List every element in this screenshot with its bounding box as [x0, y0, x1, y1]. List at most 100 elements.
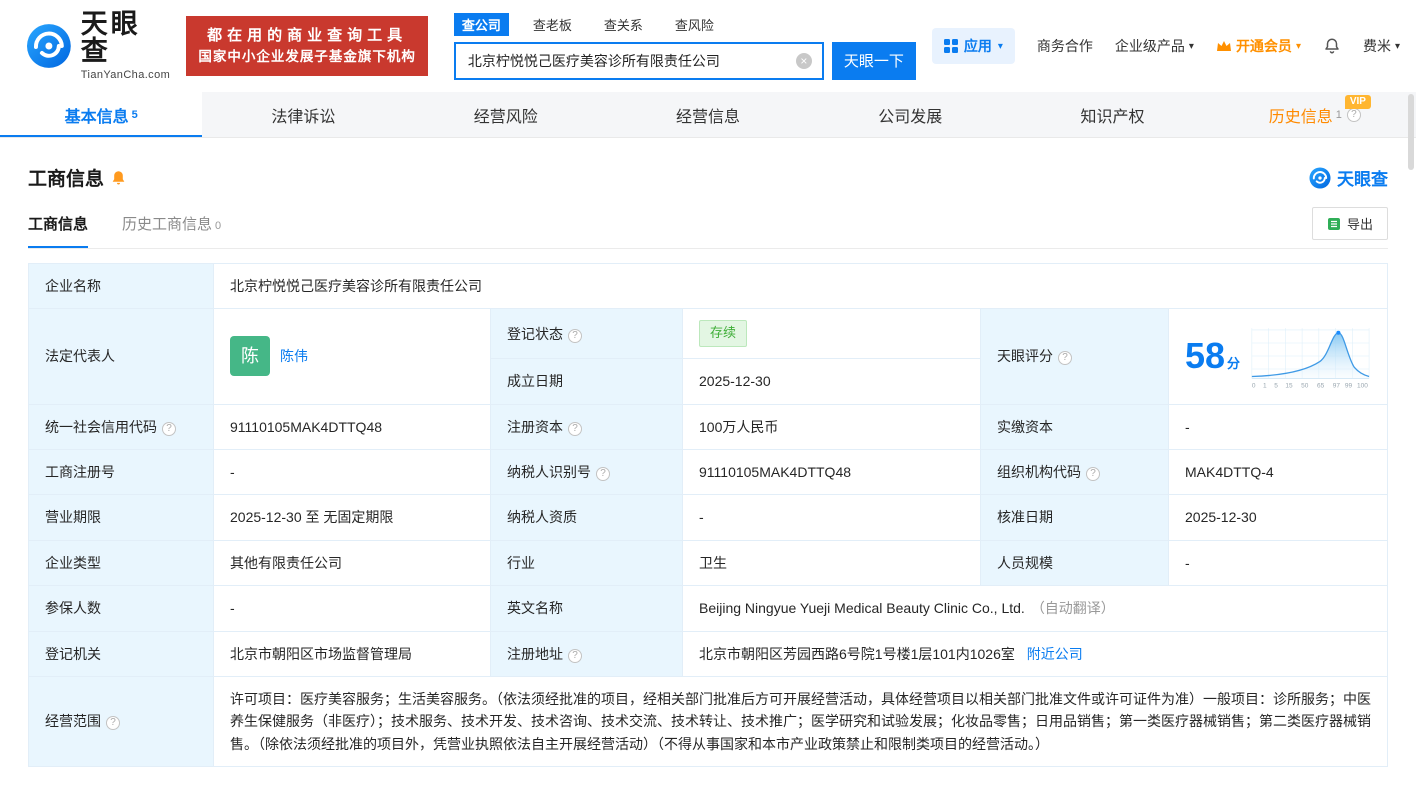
- tab-company-development[interactable]: 公司发展: [809, 92, 1011, 137]
- nav-open-vip[interactable]: 开通会员 ▾: [1216, 36, 1301, 56]
- score-curve-chart: 0 1 5 15 50 65 97 99 100: [1251, 328, 1370, 390]
- brand-domain: TianYanCha.com: [80, 69, 171, 81]
- reg-authority-value: 北京市朝阳区市场监督管理局: [213, 630, 491, 677]
- reg-capital-label: 注册资本?: [490, 403, 683, 450]
- alert-bell-icon[interactable]: [111, 170, 126, 186]
- nearby-companies-link[interactable]: 附近公司: [1027, 646, 1083, 662]
- tab-count: 5: [131, 108, 138, 121]
- auto-translate-note: （自动翻译）: [1030, 600, 1115, 617]
- svg-text:0: 0: [1252, 383, 1256, 390]
- crown-icon: [1216, 41, 1231, 51]
- taxpayer-quality-value: -: [682, 494, 981, 541]
- paid-capital-label: 实缴资本: [980, 403, 1169, 450]
- table-row: 企业名称 北京柠悦悦己医疗美容诊所有限责任公司: [28, 262, 1388, 310]
- help-icon[interactable]: ?: [1086, 466, 1100, 481]
- subtab-history-business-info[interactable]: 历史工商信息 0: [122, 213, 221, 248]
- search-input[interactable]: [465, 51, 796, 70]
- tab-intellectual-property[interactable]: 知识产权: [1011, 92, 1213, 137]
- help-icon[interactable]: ?: [162, 421, 176, 436]
- user-menu[interactable]: 费米 ▾: [1363, 36, 1400, 56]
- table-row: 法定代表人 陈 陈伟 登记状态? 存续 天眼评分? 58 分 0 1 5 15 …: [28, 308, 1388, 405]
- subtab-count: 0: [215, 220, 222, 232]
- credit-code-label: 统一社会信用代码?: [28, 403, 214, 450]
- main-content: 工商信息 天眼查 工商信息 历史工商信息 0 导出 企业名称 北京柠悦悦己医疗美…: [0, 164, 1416, 768]
- industry-label: 行业: [490, 539, 683, 587]
- business-scope-value: 许可项目：医疗美容服务；生活美容服务。（依法须经批准的项目，经相关部门批准后方可…: [213, 675, 1388, 768]
- search-tab-relation[interactable]: 查关系: [596, 13, 651, 36]
- english-name-label: 英文名称: [490, 585, 683, 632]
- table-row: 企业类型 其他有限责任公司 行业 卫生 人员规模 -: [28, 539, 1388, 587]
- business-scope-label: 经营范围?: [28, 675, 214, 768]
- insured-count-label: 参保人数: [28, 585, 214, 632]
- tab-legal-proceedings[interactable]: 法律诉讼: [202, 92, 404, 137]
- help-icon[interactable]: ?: [568, 648, 582, 663]
- table-row: 登记机关 北京市朝阳区市场监督管理局 注册地址? 北京市朝阳区芳园西路6号院1号…: [28, 630, 1388, 677]
- table-row: 工商注册号 - 纳税人识别号? 91110105MAK4DTTQ48 组织机构代…: [28, 448, 1388, 496]
- help-icon[interactable]: ?: [568, 328, 582, 343]
- reg-address-value: 北京市朝阳区芳园西路6号院1号楼1层101内1026室 附近公司: [682, 630, 1388, 677]
- company-name-value: 北京柠悦悦己医疗美容诊所有限责任公司: [213, 262, 1388, 310]
- subtab-business-info[interactable]: 工商信息: [28, 213, 89, 248]
- apps-label: 应用: [963, 38, 992, 54]
- score-value: 58 分 0 1 5 15 50 65 97 99 100: [1168, 308, 1388, 405]
- vip-badge: VIP: [1344, 95, 1371, 109]
- notification-bell-icon[interactable]: [1323, 37, 1341, 55]
- search-tab-boss[interactable]: 查老板: [525, 13, 580, 36]
- svg-text:1: 1: [1263, 383, 1267, 390]
- help-icon[interactable]: ?: [568, 421, 582, 436]
- business-term-value: 2025-12-30 至 无固定期限: [213, 494, 491, 541]
- brand-name: 天眼查: [80, 9, 141, 66]
- section-watermark-text: 天眼查: [1337, 170, 1388, 189]
- staff-size-label: 人员规模: [980, 539, 1169, 587]
- chevron-down-icon: ▾: [1394, 40, 1400, 52]
- help-icon[interactable]: ?: [106, 716, 120, 731]
- tab-history-info[interactable]: VIP 历史信息 1 ?: [1214, 92, 1416, 137]
- promo-banner: 都在用的商业查询工具 国家中小企业发展子基金旗下机构: [186, 15, 428, 77]
- tab-operating-risk[interactable]: 经营风险: [405, 92, 607, 137]
- company-type-label: 企业类型: [28, 539, 214, 587]
- tab-basic-info[interactable]: 基本信息 5: [0, 92, 203, 137]
- search-tab-company[interactable]: 查公司: [453, 12, 509, 36]
- approval-date-value: 2025-12-30: [1168, 494, 1388, 541]
- english-name-value: Beijing Ningyue Yueji Medical Beauty Cli…: [682, 585, 1388, 632]
- taxpayer-id-label: 纳税人识别号?: [490, 448, 683, 496]
- svg-text:100: 100: [1357, 383, 1368, 390]
- chevron-down-icon: ▾: [997, 40, 1003, 52]
- section-watermark-logo: 天眼查: [1309, 165, 1388, 190]
- legal-rep-label: 法定代表人: [28, 308, 214, 405]
- est-date-value: 2025-12-30: [682, 358, 981, 405]
- reg-authority-label: 登记机关: [28, 630, 214, 677]
- svg-text:5: 5: [1274, 383, 1278, 390]
- table-row: 统一社会信用代码? 91110105MAK4DTTQ48 注册资本? 100万人…: [28, 403, 1388, 450]
- credit-code-value: 91110105MAK4DTTQ48: [213, 403, 491, 450]
- reg-status-value: 存续: [682, 308, 981, 360]
- search-button[interactable]: 天眼一下: [831, 41, 916, 80]
- org-code-label: 组织机构代码?: [980, 448, 1169, 496]
- clear-search-icon[interactable]: ×: [795, 52, 812, 69]
- tab-operating-info[interactable]: 经营信息: [607, 92, 809, 137]
- reg-address-label: 注册地址?: [490, 630, 683, 677]
- chevron-down-icon: ▾: [1295, 40, 1301, 52]
- taxpayer-id-value: 91110105MAK4DTTQ48: [682, 448, 981, 496]
- reg-capital-value: 100万人民币: [682, 403, 981, 450]
- help-icon[interactable]: ?: [1058, 351, 1072, 366]
- subtab-bar: 工商信息 历史工商信息 0: [28, 213, 221, 248]
- scrollbar[interactable]: [1408, 94, 1414, 170]
- export-button[interactable]: 导出: [1311, 207, 1388, 240]
- tianyancha-logo-icon: [1309, 166, 1331, 189]
- tianyancha-logo[interactable]: 天眼查 TianYanCha.com: [26, 11, 170, 81]
- avatar[interactable]: 陈: [230, 336, 270, 377]
- help-icon[interactable]: ?: [596, 466, 610, 481]
- help-icon[interactable]: ?: [1346, 107, 1361, 122]
- svg-text:97: 97: [1333, 383, 1341, 390]
- apps-menu[interactable]: 应用 ▾: [931, 28, 1015, 64]
- tab-count: 1: [1335, 108, 1342, 121]
- paid-capital-value: -: [1168, 403, 1388, 450]
- nav-enterprise-products[interactable]: 企业级产品 ▾: [1115, 36, 1194, 56]
- nav-business-cooperation[interactable]: 商务合作: [1037, 36, 1093, 56]
- legal-rep-link[interactable]: 陈伟: [280, 345, 308, 367]
- header: 天眼查 TianYanCha.com 都在用的商业查询工具 国家中小企业发展子基…: [0, 0, 1416, 92]
- search-tab-risk[interactable]: 查风险: [667, 13, 722, 36]
- search-tabs: 查公司 查老板 查关系 查风险: [453, 12, 916, 36]
- search-area: 查公司 查老板 查关系 查风险 × 天眼一下: [453, 12, 916, 80]
